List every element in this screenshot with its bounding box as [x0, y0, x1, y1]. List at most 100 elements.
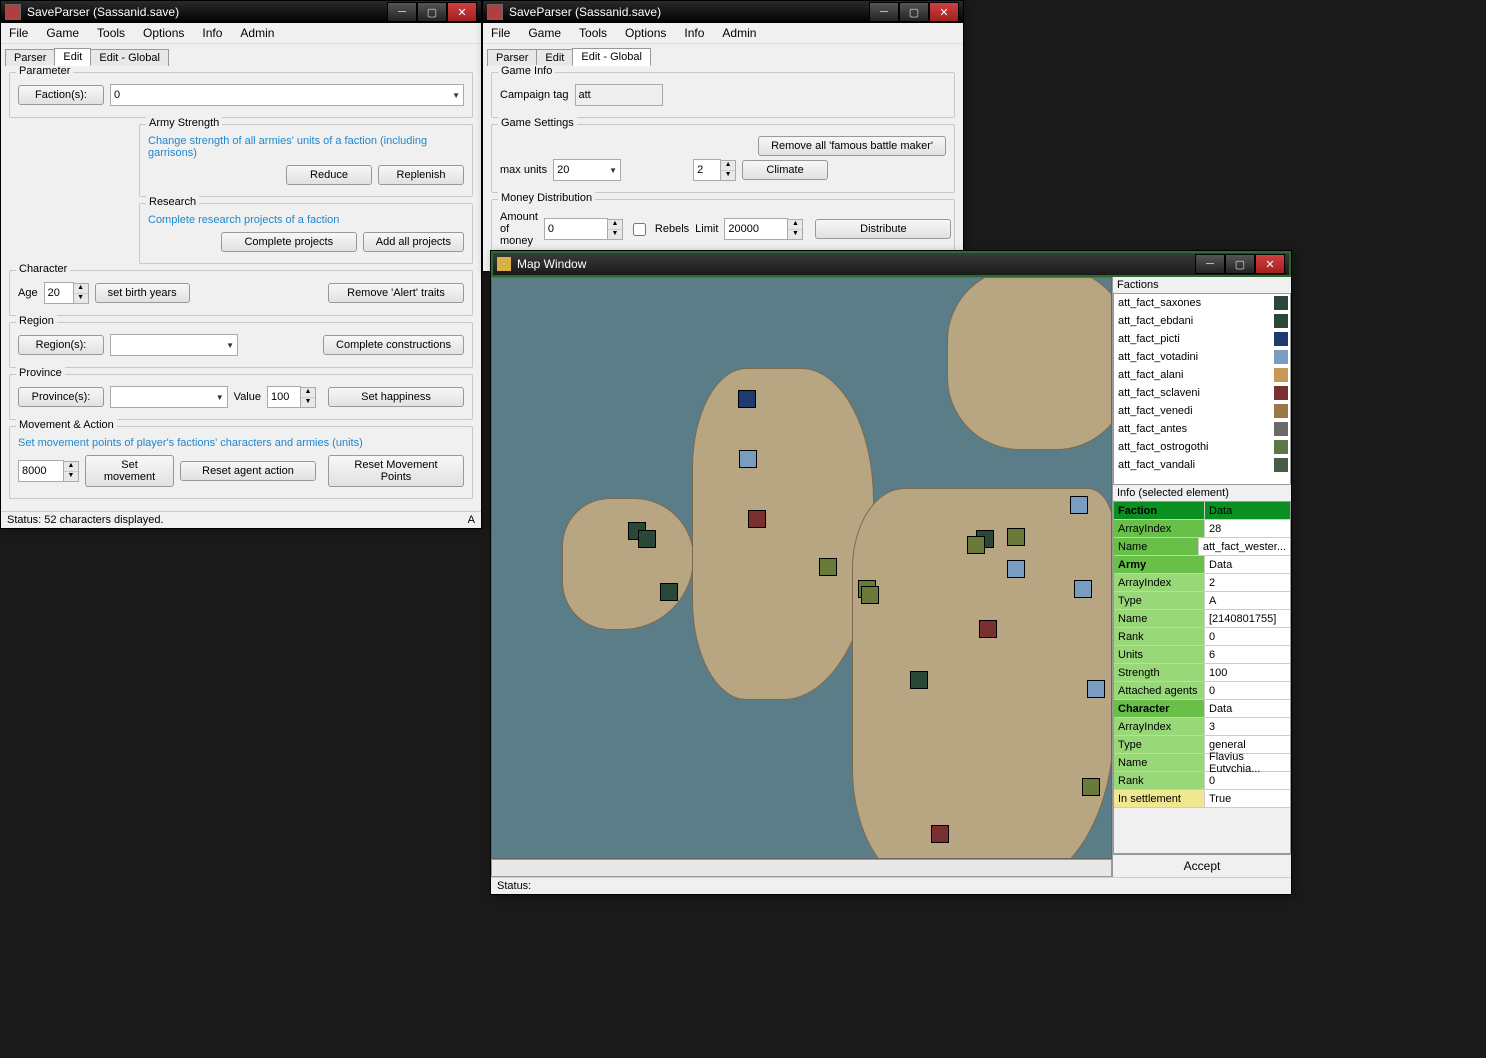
faction-row[interactable]: att_fact_ebdani — [1114, 312, 1290, 330]
faction-button[interactable]: Faction(s): — [18, 85, 104, 105]
map-unit[interactable] — [638, 530, 656, 548]
minimize-button[interactable]: ─ — [387, 2, 417, 22]
faction-row[interactable]: att_fact_picti — [1114, 330, 1290, 348]
limit-spinner[interactable]: ▲▼ — [724, 218, 803, 240]
info-row[interactable]: ArrayIndex3 — [1114, 718, 1290, 736]
map-unit[interactable] — [931, 825, 949, 843]
map-unit[interactable] — [738, 390, 756, 408]
remove-famous-button[interactable]: Remove all 'famous battle maker' — [758, 136, 946, 156]
amount-spinner[interactable]: ▲▼ — [544, 218, 623, 240]
reset-points-button[interactable]: Reset Movement Points — [328, 455, 464, 487]
menu-admin[interactable]: Admin — [240, 26, 274, 40]
reset-agent-button[interactable]: Reset agent action — [180, 461, 316, 481]
info-row[interactable]: ArmyData — [1114, 556, 1290, 574]
value-spinner[interactable]: ▲▼ — [267, 386, 316, 408]
menu-tools[interactable]: Tools — [579, 26, 607, 40]
map-unit[interactable] — [967, 536, 985, 554]
faction-row[interactable]: att_fact_antes — [1114, 420, 1290, 438]
map-unit[interactable] — [979, 620, 997, 638]
close-button[interactable]: ✕ — [929, 2, 959, 22]
faction-row[interactable]: att_fact_votadini — [1114, 348, 1290, 366]
minimize-button[interactable]: ─ — [869, 2, 899, 22]
faction-row[interactable]: att_fact_alani — [1114, 366, 1290, 384]
map-unit[interactable] — [739, 450, 757, 468]
info-row[interactable]: Attached agents0 — [1114, 682, 1290, 700]
info-row[interactable]: Strength100 — [1114, 664, 1290, 682]
faction-combo[interactable]: 0▼ — [110, 84, 464, 106]
faction-row[interactable]: att_fact_venedi — [1114, 402, 1290, 420]
map-unit[interactable] — [1082, 778, 1100, 796]
menu-game[interactable]: Game — [46, 26, 79, 40]
complete-projects-button[interactable]: Complete projects — [221, 232, 357, 252]
remove-alert-button[interactable]: Remove 'Alert' traits — [328, 283, 464, 303]
replenish-button[interactable]: Replenish — [378, 165, 464, 185]
info-row[interactable]: In settlementTrue — [1114, 790, 1290, 808]
complete-constructions-button[interactable]: Complete constructions — [323, 335, 464, 355]
set-movement-button[interactable]: Set movement — [85, 455, 174, 487]
map-canvas[interactable] — [491, 277, 1112, 859]
set-happiness-button[interactable]: Set happiness — [328, 387, 464, 407]
map-unit[interactable] — [660, 583, 678, 601]
info-row[interactable]: Nameatt_fact_wester... — [1114, 538, 1290, 556]
titlebar[interactable]: SaveParser (Sassanid.save) ─ ▢ ✕ — [483, 1, 963, 23]
age-spinner[interactable]: ▲▼ — [44, 282, 89, 304]
menu-info[interactable]: Info — [202, 26, 222, 40]
info-row[interactable]: Units6 — [1114, 646, 1290, 664]
info-row[interactable]: CharacterData — [1114, 700, 1290, 718]
map-unit[interactable] — [910, 671, 928, 689]
faction-row[interactable]: att_fact_ostrogothi — [1114, 438, 1290, 456]
menu-tools[interactable]: Tools — [97, 26, 125, 40]
info-row[interactable]: Rank0 — [1114, 628, 1290, 646]
info-row[interactable]: ArrayIndex28 — [1114, 520, 1290, 538]
info-row[interactable]: Rank0 — [1114, 772, 1290, 790]
climate-spinner[interactable]: ▲▼ — [693, 159, 736, 181]
menu-admin[interactable]: Admin — [722, 26, 756, 40]
set-birth-button[interactable]: set birth years — [95, 283, 190, 303]
titlebar[interactable]: Map Window ─ ▢ ✕ — [491, 251, 1291, 277]
maximize-button[interactable]: ▢ — [899, 2, 929, 22]
info-row[interactable]: TypeA — [1114, 592, 1290, 610]
tab-edit[interactable]: Edit — [54, 48, 91, 66]
faction-list[interactable]: att_fact_saxonesatt_fact_ebdaniatt_fact_… — [1113, 293, 1291, 485]
tab-parser[interactable]: Parser — [487, 49, 537, 66]
accept-button[interactable]: Accept — [1113, 854, 1291, 877]
close-button[interactable]: ✕ — [1255, 254, 1285, 274]
info-row[interactable]: FactionData — [1114, 502, 1290, 520]
maximize-button[interactable]: ▢ — [417, 2, 447, 22]
distribute-button[interactable]: Distribute — [815, 219, 951, 239]
info-row[interactable]: NameFlavius Eutychia... — [1114, 754, 1290, 772]
faction-row[interactable]: att_fact_vandali — [1114, 456, 1290, 474]
map-unit[interactable] — [1070, 496, 1088, 514]
map-unit[interactable] — [1007, 560, 1025, 578]
maximize-button[interactable]: ▢ — [1225, 254, 1255, 274]
tab-edit-global[interactable]: Edit - Global — [90, 49, 169, 66]
region-button[interactable]: Region(s): — [18, 335, 104, 355]
map-unit[interactable] — [748, 510, 766, 528]
titlebar[interactable]: SaveParser (Sassanid.save) ─ ▢ ✕ — [1, 1, 481, 23]
climate-button[interactable]: Climate — [742, 160, 828, 180]
province-combo[interactable]: ▼ — [110, 386, 228, 408]
movement-spinner[interactable]: ▲▼ — [18, 460, 79, 482]
region-combo[interactable]: ▼ — [110, 334, 238, 356]
rebels-checkbox[interactable] — [633, 223, 646, 236]
menu-info[interactable]: Info — [684, 26, 704, 40]
map-unit[interactable] — [1074, 580, 1092, 598]
menu-options[interactable]: Options — [143, 26, 184, 40]
menu-options[interactable]: Options — [625, 26, 666, 40]
tab-edit-global[interactable]: Edit - Global — [572, 48, 651, 66]
h-scrollbar[interactable] — [491, 859, 1112, 877]
tab-parser[interactable]: Parser — [5, 49, 55, 66]
faction-row[interactable]: att_fact_sclaveni — [1114, 384, 1290, 402]
campaign-tag-input[interactable] — [575, 84, 663, 106]
reduce-button[interactable]: Reduce — [286, 165, 372, 185]
info-row[interactable]: Name[2140801755] — [1114, 610, 1290, 628]
map-unit[interactable] — [1007, 528, 1025, 546]
menu-file[interactable]: File — [9, 26, 28, 40]
map-unit[interactable] — [819, 558, 837, 576]
province-button[interactable]: Province(s): — [18, 387, 104, 407]
faction-row[interactable]: att_fact_saxones — [1114, 294, 1290, 312]
minimize-button[interactable]: ─ — [1195, 254, 1225, 274]
info-row[interactable]: ArrayIndex2 — [1114, 574, 1290, 592]
menu-game[interactable]: Game — [528, 26, 561, 40]
map-unit[interactable] — [1087, 680, 1105, 698]
